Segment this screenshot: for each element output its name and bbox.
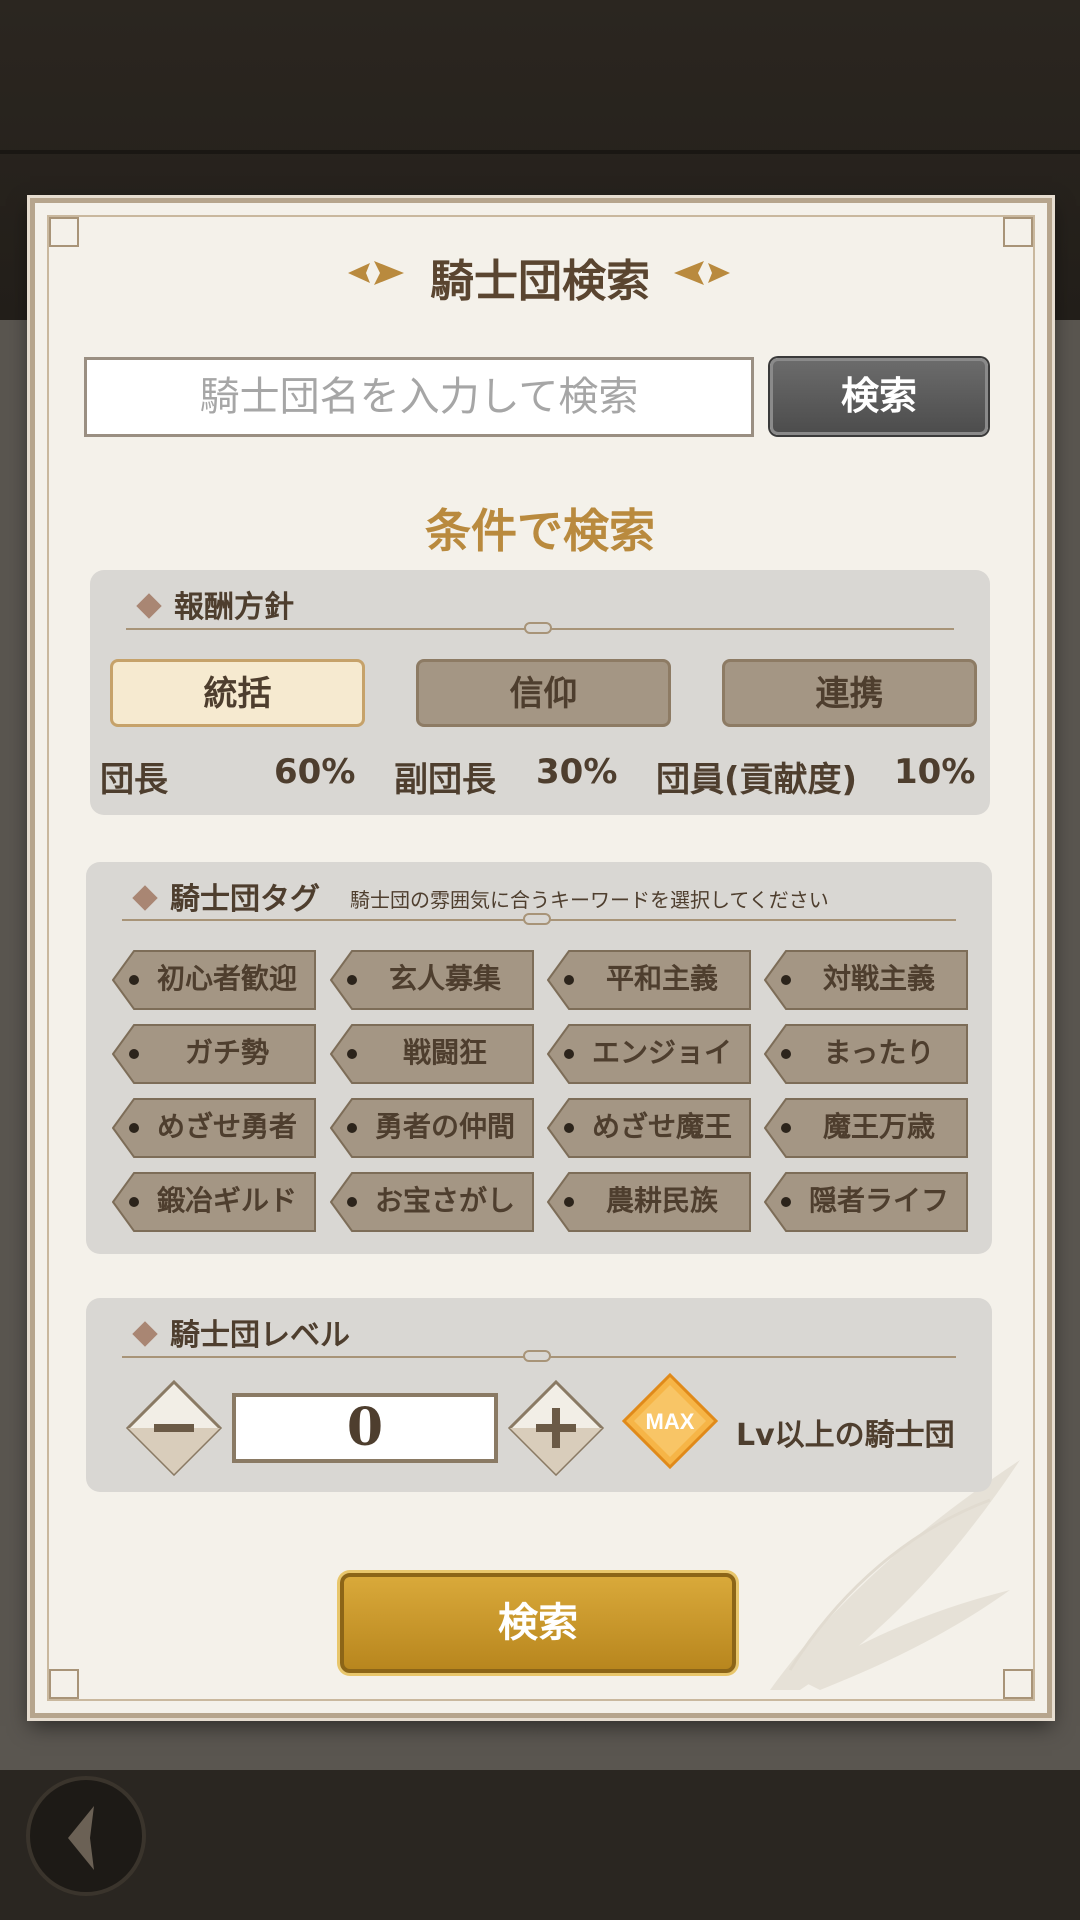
diamond-bullet-icon [132,1320,158,1347]
level-increase-button[interactable] [508,1380,604,1476]
tag-chip[interactable]: 対戦主義 [764,950,968,1010]
tag-chip[interactable]: 魔王万歳 [764,1098,968,1158]
tag-label: 隠者ライフ [808,1184,949,1217]
guild-tags-title: 騎士団タグ [132,874,320,918]
tag-label: 勇者の仲間 [374,1110,515,1143]
tag-label: 戦闘狂 [402,1036,487,1069]
footer-background [0,1770,1080,1920]
tag-label: 初心者歓迎 [156,962,297,995]
tag-chip[interactable]: 農耕民族 [547,1172,751,1232]
tag-chip[interactable]: めざせ魔王 [547,1098,751,1158]
name-search-button[interactable]: 検索 [770,358,988,435]
tag-label: めざせ魔王 [591,1110,732,1143]
reward-option-renkei[interactable]: 連携 [722,659,977,727]
tag-label: 玄人募集 [388,962,501,995]
max-diamond-icon: MAX [621,1372,719,1470]
tag-chip[interactable]: お宝さがし [330,1172,534,1232]
tag-label: 魔王万歳 [822,1110,935,1143]
tag-label: 対戦主義 [822,962,935,995]
reward-policy-panel: 報酬方針 統括 信仰 連携 団長 60% 副団長 30% 団員(貢献度) 10% [90,570,990,815]
guild-name-search-input[interactable] [84,357,754,437]
condition-search-heading: 条件で検索 [425,504,655,558]
search-submit-button[interactable]: 検索 [340,1573,736,1673]
tag-label: 平和主義 [605,962,718,995]
reward-option-tokatsu[interactable]: 統括 [110,659,365,727]
section-divider [122,1350,956,1362]
tag-chip[interactable]: 戦闘狂 [330,1024,534,1084]
ratio-value-member: 10% [894,752,976,792]
tag-chip[interactable]: 初心者歓迎 [112,950,316,1010]
ratio-role-member: 団員(貢献度) [656,760,858,800]
reward-policy-title-text: 報酬方針 [174,590,294,625]
reward-option-shinko[interactable]: 信仰 [416,659,671,727]
section-divider [122,913,956,925]
ratio-value-leader: 60% [274,752,356,792]
tag-chip[interactable]: 玄人募集 [330,950,534,1010]
tag-label: エンジョイ [591,1036,732,1069]
ratio-role-subleader: 副団長 [394,760,496,800]
minus-icon [154,1424,194,1432]
guild-tags-title-text: 騎士団タグ [170,882,320,917]
tag-label: ガチ勢 [184,1036,269,1069]
ratio-value-subleader: 30% [536,752,618,792]
tag-label: 農耕民族 [605,1184,718,1217]
corner-ornament [49,1669,79,1699]
tag-label: お宝さがし [374,1184,515,1217]
tag-chip[interactable]: 平和主義 [547,950,751,1010]
corner-ornament [1003,217,1033,247]
guild-level-title: 騎士団レベル [132,1310,350,1354]
tag-chip[interactable]: 隠者ライフ [764,1172,968,1232]
tag-chip[interactable]: エンジョイ [547,1024,751,1084]
ratio-role-leader: 団長 [100,760,168,800]
diamond-bullet-icon [136,592,162,619]
tag-label: めざせ勇者 [156,1110,297,1143]
title-ornament-right-icon [674,261,730,285]
back-arrow-icon [68,1806,94,1870]
guild-tags-instruction: 騎士団の雰囲気に合うキーワードを選択してください [350,888,829,912]
back-button[interactable] [26,1776,146,1896]
tag-chip[interactable]: まったり [764,1024,968,1084]
level-value-field[interactable]: 0 [232,1393,498,1463]
guild-level-title-text: 騎士団レベル [170,1318,350,1353]
level-decrease-button[interactable] [126,1380,222,1476]
tag-label: まったり [823,1036,935,1069]
reward-policy-title: 報酬方針 [136,582,294,626]
section-divider [126,622,954,634]
corner-ornament [49,217,79,247]
level-caption: Lv以上の騎士団 [736,1418,955,1453]
level-max-button[interactable]: MAX [621,1372,719,1470]
tag-chip[interactable]: 勇者の仲間 [330,1098,534,1158]
diamond-bullet-icon [132,884,158,911]
tag-chip[interactable]: ガチ勢 [112,1024,316,1084]
max-label: MAX [646,1409,695,1434]
tag-label: 鍛冶ギルド [156,1184,297,1217]
dialog-title: 騎士団検索 [430,256,650,307]
tag-chip[interactable]: めざせ勇者 [112,1098,316,1158]
header-divider [0,150,1080,154]
tag-chip[interactable]: 鍛冶ギルド [112,1172,316,1232]
